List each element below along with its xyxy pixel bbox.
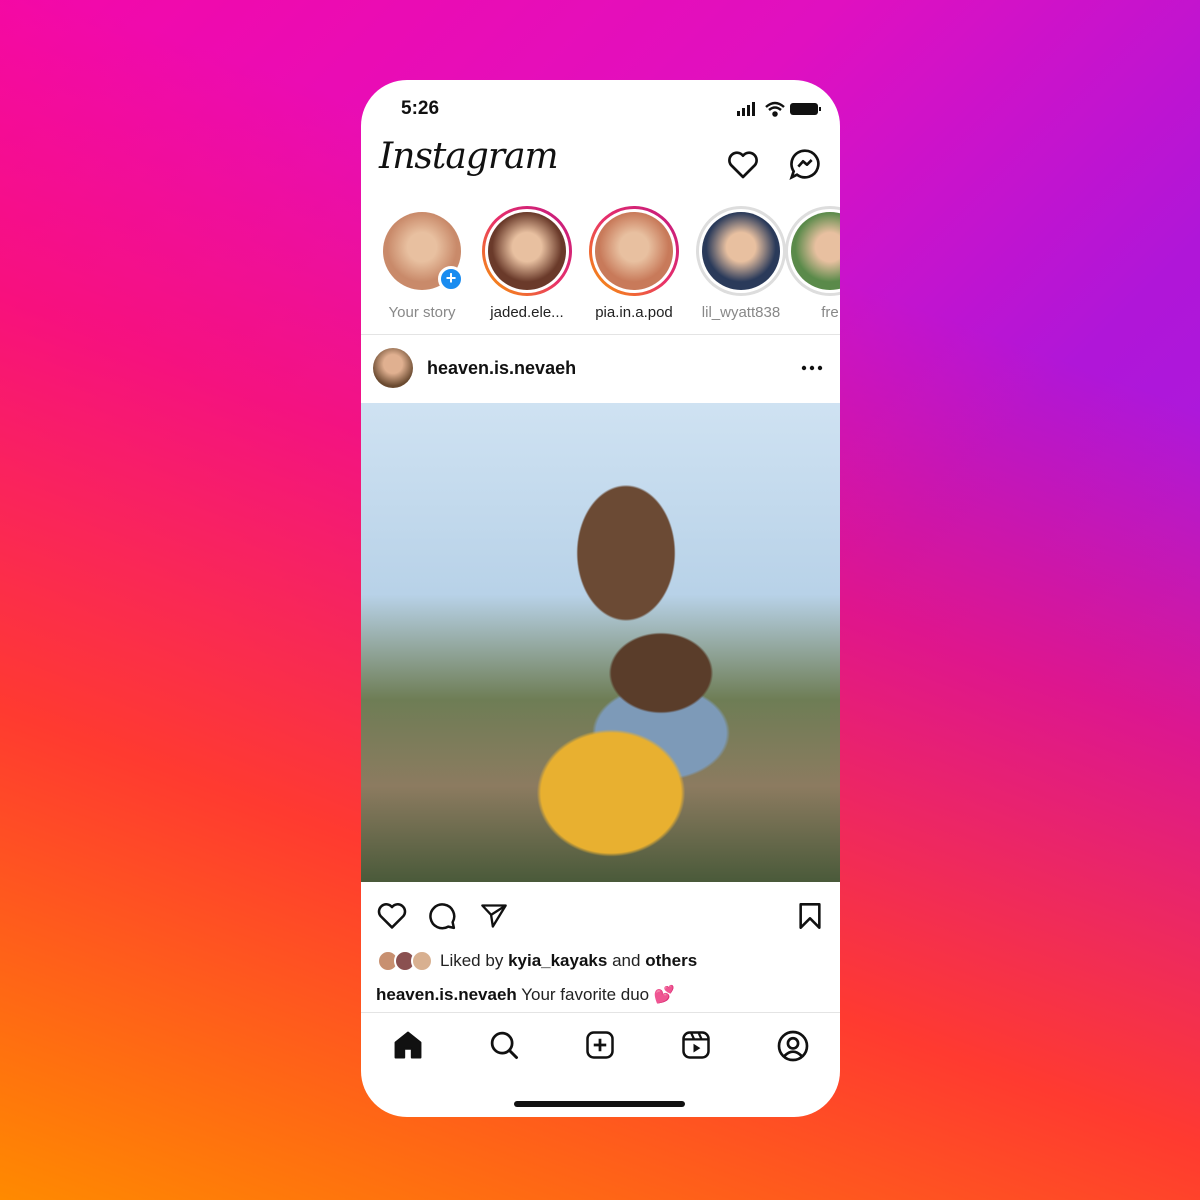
- more-dots-icon[interactable]: [801, 364, 823, 372]
- divider: [361, 334, 840, 335]
- story-avatar: [791, 212, 840, 290]
- liked-prefix: Liked by: [440, 951, 504, 970]
- status-icons: [737, 101, 821, 117]
- caption-text: Your favorite duo 💕: [521, 985, 676, 1004]
- liked-and: and: [612, 951, 641, 970]
- liked-user-link[interactable]: kyia_kayaks: [508, 951, 607, 970]
- share-icon[interactable]: [479, 902, 509, 930]
- liked-others-link[interactable]: others: [645, 951, 697, 970]
- story-avatar: [702, 212, 780, 290]
- story-ring: [696, 206, 786, 296]
- like-icon[interactable]: [376, 902, 408, 930]
- messenger-icon[interactable]: [789, 148, 821, 180]
- story-item[interactable]: lil_wyatt838: [691, 206, 791, 321]
- bookmark-icon[interactable]: [797, 902, 823, 930]
- caption-username[interactable]: heaven.is.nevaeh: [376, 985, 517, 1004]
- home-icon[interactable]: [393, 1030, 423, 1060]
- instagram-logo[interactable]: Instagram: [379, 136, 559, 177]
- phone-screen: 5:26 Instagram + Your story jaded.ele... pi…: [361, 80, 840, 1117]
- story-item[interactable]: + Your story: [372, 206, 472, 321]
- story-ring: [482, 206, 572, 296]
- liked-by-text: Liked by kyia_kayaks and others: [440, 951, 697, 971]
- story-ring: [589, 206, 679, 296]
- story-label: fre: [821, 304, 839, 321]
- story-label: Your story: [388, 304, 456, 321]
- search-icon[interactable]: [489, 1030, 519, 1060]
- reels-icon[interactable]: [681, 1030, 711, 1060]
- story-avatar: [488, 212, 566, 290]
- signal-icon: [737, 102, 755, 116]
- battery-icon: [790, 103, 821, 115]
- caption: heaven.is.nevaeh Your favorite duo 💕: [376, 985, 675, 1005]
- story-label: jaded.ele...: [490, 304, 564, 321]
- story-ring: [785, 206, 840, 296]
- story-avatar: [595, 212, 673, 290]
- post-photo[interactable]: [361, 403, 840, 882]
- profile-icon[interactable]: [777, 1030, 809, 1062]
- post-author-avatar[interactable]: [373, 348, 413, 388]
- story-item[interactable]: fre: [780, 206, 840, 321]
- story-item[interactable]: jaded.ele...: [477, 206, 577, 321]
- story-label: pia.in.a.pod: [595, 304, 673, 321]
- wifi-icon: [765, 101, 785, 117]
- divider: [361, 1012, 840, 1013]
- post-username[interactable]: heaven.is.nevaeh: [427, 358, 576, 379]
- story-item[interactable]: pia.in.a.pod: [584, 206, 684, 321]
- liked-by-avatars: [377, 950, 437, 972]
- comment-icon[interactable]: [427, 901, 457, 931]
- add-story-icon[interactable]: +: [438, 266, 464, 292]
- home-indicator[interactable]: [514, 1101, 685, 1107]
- story-label: lil_wyatt838: [701, 304, 781, 321]
- status-time: 5:26: [401, 98, 440, 119]
- heart-icon[interactable]: [727, 150, 759, 180]
- create-icon[interactable]: [585, 1030, 615, 1060]
